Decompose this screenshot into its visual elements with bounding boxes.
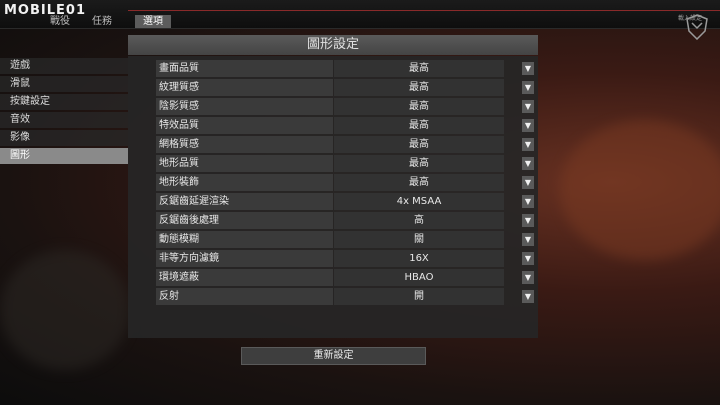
background-glow [0, 250, 130, 370]
setting-row: 反射開 ▼ [156, 288, 538, 305]
chevron-down-icon[interactable]: ▼ [522, 290, 534, 303]
chevron-down-icon[interactable]: ▼ [522, 62, 534, 75]
setting-label: 地形裝飾 [156, 174, 333, 191]
setting-label: 反鋸齒後處理 [156, 212, 333, 229]
setting-label: 環境遮蔽 [156, 269, 333, 286]
setting-dropdown[interactable]: HBAO [334, 269, 504, 286]
setting-row: 反鋸齒延遲渲染 4x MSAA ▼ [156, 193, 538, 210]
setting-label: 反鋸齒延遲渲染 [156, 193, 333, 210]
chevron-down-icon[interactable]: ▼ [522, 271, 534, 284]
setting-label: 反射 [156, 288, 333, 305]
setting-row: 網格質感 最高 ▼ [156, 136, 538, 153]
panel-title: 圖形設定 [128, 35, 538, 55]
background-glow [560, 120, 720, 260]
setting-row: 陰影質感 最高 ▼ [156, 98, 538, 115]
chevron-down-icon[interactable]: ▼ [522, 233, 534, 246]
chevron-down-icon[interactable]: ▼ [522, 138, 534, 151]
setting-row: 動態模糊關 ▼ [156, 231, 538, 248]
setting-row: 特效品質 最高 ▼ [156, 117, 538, 134]
sidebar-item-game[interactable]: 遊戲 [0, 58, 128, 74]
sidebar-item-audio[interactable]: 音效 [0, 112, 128, 128]
sidebar-item-keybindings[interactable]: 按鍵設定 [0, 94, 128, 110]
setting-label: 紋理質感 [156, 79, 333, 96]
setting-dropdown[interactable]: 最高 [334, 136, 504, 153]
tab-campaign[interactable]: 戰役 [40, 15, 80, 28]
setting-row: 非等方向濾鏡 16X ▼ [156, 250, 538, 267]
setting-row: 環境遮蔽 HBAO ▼ [156, 269, 538, 286]
settings-sidebar: 遊戲 滑鼠 按鍵設定 音效 影像 圖形 [0, 58, 128, 166]
setting-dropdown[interactable]: 開 [334, 288, 504, 305]
setting-dropdown[interactable]: 最高 [334, 60, 504, 77]
setting-label: 畫面品質 [156, 60, 333, 77]
tab-options[interactable]: 選項 [135, 15, 171, 28]
setting-dropdown[interactable]: 關 [334, 231, 504, 248]
sidebar-item-mouse[interactable]: 滑鼠 [0, 76, 128, 92]
setting-label: 動態模糊 [156, 231, 333, 248]
shield-emblem-icon [686, 14, 708, 41]
chevron-down-icon[interactable]: ▼ [522, 195, 534, 208]
setting-dropdown[interactable]: 最高 [334, 117, 504, 134]
setting-row: 地形品質 最高 ▼ [156, 155, 538, 172]
sidebar-item-video[interactable]: 影像 [0, 130, 128, 146]
chevron-down-icon[interactable]: ▼ [522, 100, 534, 113]
setting-row: 反鋸齒後處理高 ▼ [156, 212, 538, 229]
setting-label: 特效品質 [156, 117, 333, 134]
setting-dropdown[interactable]: 最高 [334, 98, 504, 115]
chevron-down-icon[interactable]: ▼ [522, 157, 534, 170]
setting-row: 畫面品質 最高 ▼ [156, 60, 538, 77]
top-menu-bar: MOBILE01 戰役 任務 選項 [0, 0, 720, 29]
reset-button[interactable]: 重新設定 [241, 347, 426, 365]
tab-missions[interactable]: 任務 [82, 15, 122, 28]
setting-dropdown[interactable]: 最高 [334, 174, 504, 191]
setting-dropdown[interactable]: 16X [334, 250, 504, 267]
chevron-down-icon[interactable]: ▼ [522, 81, 534, 94]
setting-row: 紋理質感 最高 ▼ [156, 79, 538, 96]
chevron-down-icon[interactable]: ▼ [522, 252, 534, 265]
settings-list: 畫面品質 最高 ▼ 紋理質感 最高 ▼ 陰影質感 最高 ▼ 特效品質 最高 ▼ 網格質感 最高 ▼ 地形品質最… [156, 60, 538, 307]
setting-row: 地形裝飾 最高 ▼ [156, 174, 538, 191]
setting-label: 陰影質感 [156, 98, 333, 115]
sidebar-item-graphics[interactable]: 圖形 [0, 148, 128, 164]
chevron-down-icon[interactable]: ▼ [522, 176, 534, 189]
setting-label: 網格質感 [156, 136, 333, 153]
graphics-settings-panel: 畫面品質 最高 ▼ 紋理質感 最高 ▼ 陰影質感 最高 ▼ 特效品質 最高 ▼ 網格質感 最高 ▼ 地形品質最… [128, 56, 538, 338]
chevron-down-icon[interactable]: ▼ [522, 119, 534, 132]
setting-dropdown[interactable]: 高 [334, 212, 504, 229]
accent-line [128, 10, 720, 11]
setting-label: 非等方向濾鏡 [156, 250, 333, 267]
setting-dropdown[interactable]: 最高 [334, 79, 504, 96]
setting-dropdown[interactable]: 4x MSAA [334, 193, 504, 210]
setting-dropdown[interactable]: 最高 [334, 155, 504, 172]
chevron-down-icon[interactable]: ▼ [522, 214, 534, 227]
setting-label: 地形品質 [156, 155, 333, 172]
